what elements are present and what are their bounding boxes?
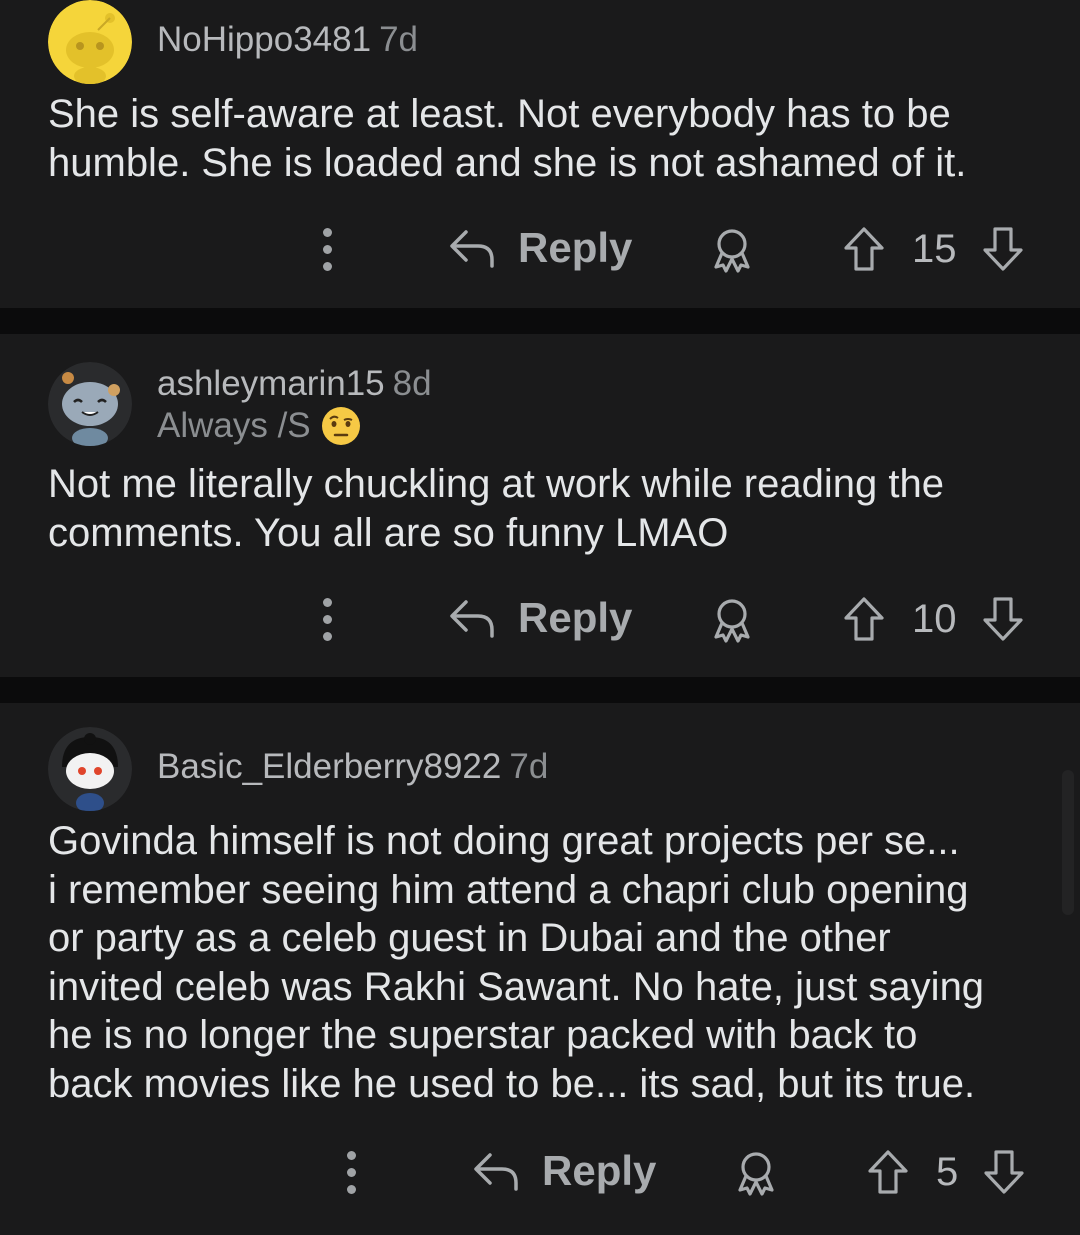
downvote-arrow-icon[interactable] [982,1149,1026,1195]
vote-score: 15 [912,226,957,271]
comment-line: comments. You all are so funny LMAO [48,510,729,555]
comment-separator [0,677,1080,703]
snoo-yellow-avatar-icon[interactable] [48,0,132,84]
downvote-arrow-icon[interactable] [981,596,1025,642]
comment-card: NoHippo3481 7d She is self-aware at least… [0,0,1080,308]
comment-card: Basic_Elderberry8922 7d Govinda himself i… [0,703,1080,1235]
award-icon[interactable] [708,596,756,644]
reply-button[interactable]: Reply [448,594,632,642]
vote-score: 10 [912,596,957,641]
comment-body: Not me literally chuckling at work while… [48,460,1048,557]
comment-meta: ashleymarin15 8d [157,364,432,404]
comment-separator [0,308,1080,334]
reply-button[interactable]: Reply [448,224,632,272]
reply-button[interactable]: Reply [472,1147,656,1195]
comment-line: or party as a celeb guest in Dubai and t… [48,916,891,960]
snoo-blue-avatar-icon[interactable] [48,362,132,446]
comment-line: humble. She is loaded and she is not ash… [48,140,967,185]
downvote-arrow-icon[interactable] [981,226,1025,272]
username[interactable]: Basic_Elderberry8922 [157,747,501,786]
vote-control: 5 [866,1149,1026,1195]
more-vertical-icon[interactable] [323,228,333,272]
comment-line: Govinda himself is not doing great proje… [48,819,960,863]
comment-actions: Reply 10 [0,590,1080,650]
upvote-arrow-icon[interactable] [842,596,886,642]
vote-control: 10 [842,596,1025,642]
comment-line: he is no longer the superstar packed wit… [48,1013,918,1057]
reply-arrow-icon [450,230,494,268]
comment-meta: NoHippo3481 7d [157,20,418,60]
reply-label: Reply [518,594,633,641]
comment-body: She is self-aware at least. Not everybod… [48,90,1048,187]
comment-actions: Reply 15 [0,220,1080,280]
award-icon[interactable] [732,1149,780,1197]
comment-body: Govinda himself is not doing great proje… [48,817,1048,1108]
flair-text: Always /S [157,406,311,445]
vote-score: 5 [936,1149,959,1194]
reply-arrow-icon [474,1153,518,1191]
comment-meta: Basic_Elderberry8922 7d [157,747,548,787]
username[interactable]: ashleymarin15 [157,364,385,403]
more-vertical-icon[interactable] [347,1151,357,1195]
scrollbar[interactable] [1062,770,1074,915]
raised-eyebrow-emoji-icon [321,407,360,445]
comment-age: 8d [392,364,432,403]
reply-arrow-icon [450,600,494,638]
comment-actions: Reply 5 [0,1143,1080,1203]
comment-line: i remember seeing him attend a chapri cl… [48,867,969,912]
reply-label: Reply [542,1147,657,1194]
snoo-black-hair-avatar-icon[interactable] [48,727,132,811]
reply-label: Reply [518,224,633,271]
comment-line: invited celeb was Rakhi Sawant. No hate,… [48,964,985,1009]
user-flair: Always /S [157,406,361,446]
comment-card: ashleymarin15 8d Always /S Not me literal… [0,334,1080,677]
upvote-arrow-icon[interactable] [842,226,886,272]
comment-line: She is self-aware at least. Not everybod… [48,92,951,136]
award-icon[interactable] [708,226,756,274]
comment-age: 7d [379,20,418,59]
comment-line: back movies like he used to be... its sa… [48,1061,976,1106]
comment-age: 7d [509,747,549,786]
comment-line: Not me literally chuckling at work while… [48,462,944,506]
vote-control: 15 [842,226,1025,272]
more-vertical-icon[interactable] [323,598,333,642]
username[interactable]: NoHippo3481 [157,20,371,59]
upvote-arrow-icon[interactable] [866,1149,910,1195]
